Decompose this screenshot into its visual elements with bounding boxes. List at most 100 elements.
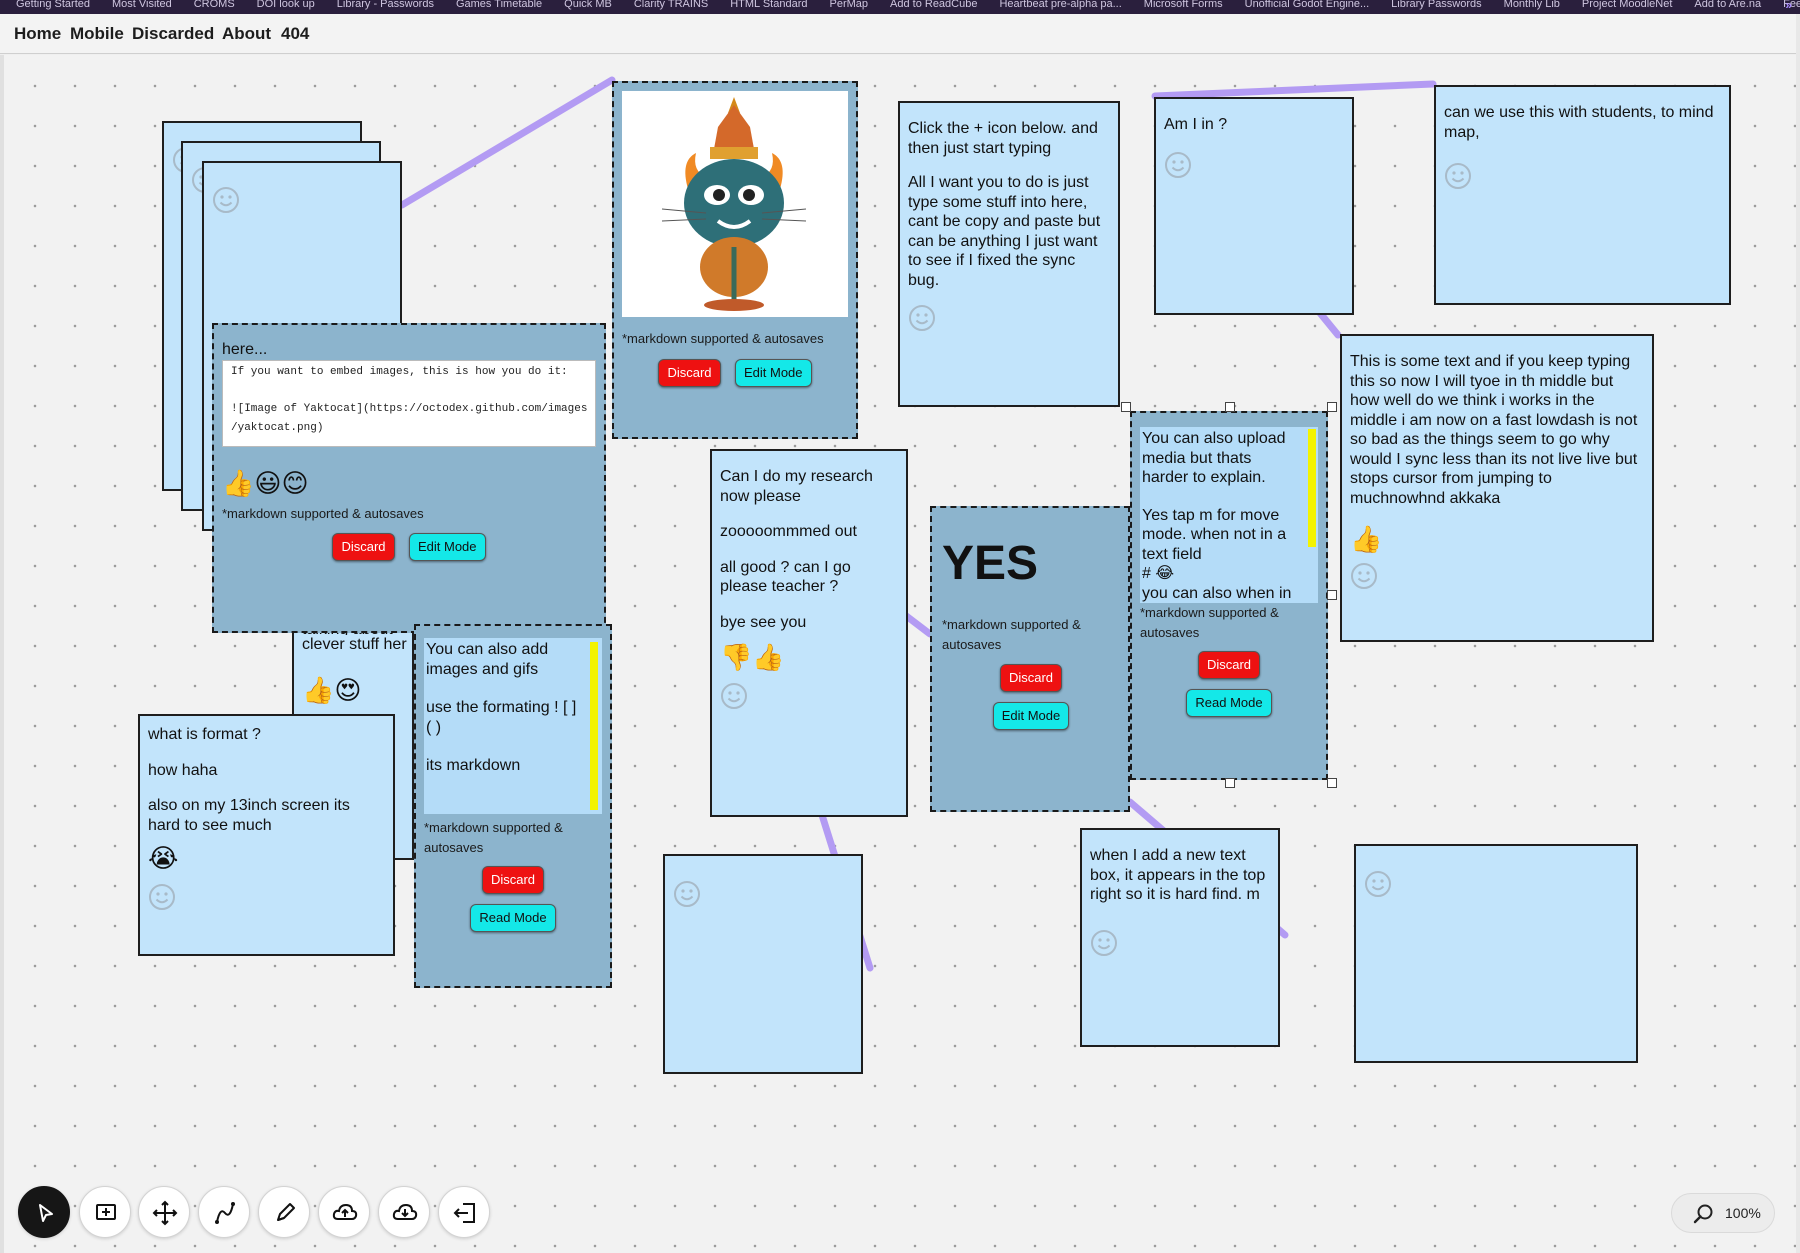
editor-heading: here... xyxy=(222,341,268,358)
yaktocat-image xyxy=(622,91,848,317)
note-text: zooooommmed out xyxy=(720,523,857,540)
note-editor[interactable]: YES *markdown supported & autosaves Disc… xyxy=(930,506,1130,812)
smiley-icon[interactable] xyxy=(720,682,748,710)
note-text: all good ? can I go please teacher ? xyxy=(720,558,851,596)
edit-mode-button[interactable]: Edit Mode xyxy=(992,702,1070,730)
note-editor-selected[interactable]: You can also upload media but thats hard… xyxy=(1130,411,1328,780)
add-note-button[interactable] xyxy=(79,1186,131,1238)
resize-handle[interactable] xyxy=(1225,402,1235,412)
sticky-note[interactable]: Can I do my research now please zooooomm… xyxy=(710,449,908,817)
smiley-icon[interactable] xyxy=(1364,870,1392,898)
connector-line xyxy=(1316,309,1342,339)
smiley-icon[interactable] xyxy=(1350,562,1378,590)
note-emoji: 👍 xyxy=(1350,525,1383,555)
exit-button[interactable] xyxy=(438,1186,490,1238)
discard-button[interactable]: Discard xyxy=(1197,651,1261,679)
textarea-scrollbar[interactable] xyxy=(1308,429,1316,547)
note-text: # 😂 xyxy=(1142,565,1175,582)
sticky-note[interactable] xyxy=(663,854,863,1074)
connector-line xyxy=(398,76,616,209)
read-mode-button[interactable]: Read Mode xyxy=(1186,689,1272,717)
note-text: All I want you to do is just type some s… xyxy=(908,174,1101,289)
resize-handle[interactable] xyxy=(1327,590,1337,600)
resize-handle[interactable] xyxy=(1121,402,1131,412)
note-text: use the formating ! [ ] ( ) xyxy=(426,699,577,736)
curve-connector-icon xyxy=(215,1202,235,1224)
note-emoji: 😭 xyxy=(148,844,179,874)
sticky-note[interactable] xyxy=(1354,844,1638,1063)
exit-arrow-icon xyxy=(453,1203,475,1223)
code-line: ![Image of Yaktocat](https://octodex.git… xyxy=(231,403,588,415)
note-text: Click the + icon below. and then just st… xyxy=(908,120,1098,157)
draw-tool-button[interactable] xyxy=(258,1186,310,1238)
smiley-icon[interactable] xyxy=(1090,929,1118,957)
smiley-icon[interactable] xyxy=(1444,162,1472,190)
markdown-textarea[interactable]: If you want to embed images, this is how… xyxy=(222,360,596,447)
connector-line xyxy=(901,611,934,638)
smiley-icon[interactable] xyxy=(673,880,701,908)
discard-button[interactable]: Discard xyxy=(999,664,1063,692)
connect-tool-button[interactable] xyxy=(198,1186,250,1238)
markdown-textarea[interactable]: You can also add images and gifs use the… xyxy=(424,638,602,814)
download-button[interactable] xyxy=(378,1186,430,1238)
note-text: Am I in ? xyxy=(1164,116,1228,133)
smiley-icon[interactable] xyxy=(212,186,240,214)
discard-button[interactable]: Discard xyxy=(332,532,395,561)
markdown-textarea[interactable]: You can also upload media but thats hard… xyxy=(1140,427,1318,603)
note-text: how haha xyxy=(148,761,218,779)
markdown-hint: *markdown supported & autosaves xyxy=(622,331,824,346)
code-line: /yaktocat.png) xyxy=(231,422,324,434)
smiley-icon[interactable] xyxy=(148,883,176,911)
code-line: If you want to embed images, this is how… xyxy=(231,366,568,378)
markdown-hint: *markdown supported & autosaves xyxy=(1140,605,1279,640)
sticky-note[interactable]: Am I in ? xyxy=(1154,97,1354,315)
edit-mode-button[interactable]: Edit Mode xyxy=(408,532,486,561)
discard-button[interactable]: Discard xyxy=(658,358,721,387)
upload-button[interactable] xyxy=(318,1186,370,1238)
note-text: Can I do my research now please xyxy=(720,468,873,505)
markdown-hint: *markdown supported & autosaves xyxy=(942,617,1081,652)
edit-mode-button[interactable]: Edit Mode xyxy=(734,358,812,387)
sticky-note[interactable]: can we use this with students, to mind m… xyxy=(1434,85,1731,305)
note-editor[interactable]: *markdown supported & autosaves Discard … xyxy=(612,81,858,439)
resize-handle[interactable] xyxy=(1327,402,1337,412)
note-text: can we use this with students, to mind m… xyxy=(1444,104,1714,141)
cloud-download-icon xyxy=(392,1203,418,1220)
note-text: you can also when in xyxy=(1142,584,1292,602)
markdown-hint: *markdown supported & autosaves xyxy=(222,506,424,521)
note-emoji: 👍😃😊 xyxy=(222,469,309,499)
cloud-upload-icon xyxy=(332,1203,358,1220)
select-tool-button[interactable] xyxy=(18,1186,70,1238)
note-text: what is format ? xyxy=(148,726,261,743)
add-note-icon xyxy=(96,1204,116,1220)
note-text: clever stuff her xyxy=(302,636,407,653)
note-text: its markdown xyxy=(426,757,521,774)
textarea-scrollbar[interactable] xyxy=(590,642,598,810)
sticky-note[interactable]: This is some text and if you keep typing… xyxy=(1340,334,1654,642)
note-text: You can also add images and gifs xyxy=(426,641,549,678)
note-text: also on my 13inch screen its hard to see… xyxy=(148,797,350,834)
resize-handle[interactable] xyxy=(1327,778,1337,788)
smiley-icon[interactable] xyxy=(1164,151,1192,179)
cursor-arrow-icon xyxy=(39,1204,53,1222)
note-text: Yes tap m for move mode. when not in a t… xyxy=(1142,506,1287,563)
sticky-note[interactable]: Click the + icon below. and then just st… xyxy=(898,101,1120,407)
zoom-control[interactable]: 100% xyxy=(1671,1193,1775,1233)
smiley-icon[interactable] xyxy=(908,304,936,332)
move-arrows-icon xyxy=(152,1200,178,1226)
move-tool-button[interactable] xyxy=(138,1186,190,1238)
resize-handle[interactable] xyxy=(1225,778,1235,788)
discard-button[interactable]: Discard xyxy=(481,866,545,894)
note-text: You can also upload media but thats hard… xyxy=(1142,430,1286,486)
markdown-hint: *markdown supported & autosaves xyxy=(424,820,563,855)
search-icon xyxy=(1693,1204,1713,1224)
note-text: This is some text and if you keep typing… xyxy=(1350,353,1638,507)
note-editor[interactable]: You can also add images and gifs use the… xyxy=(414,624,612,988)
note-editor[interactable]: here... If you want to embed images, thi… xyxy=(212,323,606,633)
window-edge xyxy=(1796,14,1800,1253)
sticky-note[interactable]: when I add a new text box, it appears in… xyxy=(1080,828,1280,1047)
read-mode-button[interactable]: Read Mode xyxy=(470,904,556,932)
sticky-note[interactable]: what is format ? how haha also on my 13i… xyxy=(138,714,395,956)
connector-line xyxy=(1151,80,1437,100)
pencil-icon xyxy=(277,1203,295,1221)
